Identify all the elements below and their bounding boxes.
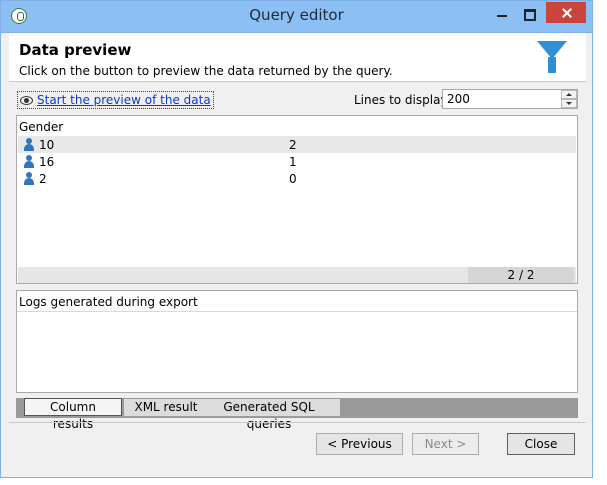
user-icon	[24, 172, 34, 185]
query-editor-window: Query editor Data preview Click on the b…	[0, 0, 593, 478]
user-icon	[24, 155, 34, 168]
header-divider	[9, 81, 586, 82]
previous-button[interactable]: < Previous	[316, 433, 403, 455]
maximize-icon[interactable]	[515, 3, 545, 27]
close-button[interactable]: Close	[507, 433, 575, 455]
lines-to-display-label: Lines to display:	[354, 93, 451, 107]
eye-icon	[20, 96, 33, 105]
logs-title: Logs generated during export	[19, 295, 198, 309]
tab-xml-result[interactable]: XML result	[124, 399, 208, 416]
column-header-gender[interactable]: Gender	[19, 120, 63, 134]
row-value: 2	[39, 172, 47, 186]
lines-stepper[interactable]	[561, 90, 577, 108]
minimize-icon[interactable]	[487, 3, 517, 27]
start-preview-label: Start the preview of the data	[37, 93, 211, 107]
page-title: Data preview	[19, 41, 132, 59]
close-window-icon[interactable]	[546, 2, 586, 23]
next-button[interactable]: Next >	[412, 433, 479, 455]
lines-to-display-input[interactable]: 200	[442, 89, 578, 109]
header-panel: Data preview Click on the button to prev…	[9, 33, 586, 81]
tab-column-results[interactable]: Column results	[24, 398, 122, 431]
logs-divider	[17, 311, 577, 312]
footer-divider	[9, 422, 586, 423]
row-value: 10	[39, 138, 55, 152]
page-subtitle: Click on the button to preview the data …	[19, 64, 393, 78]
title-bar[interactable]: Query editor	[1, 1, 592, 33]
user-icon	[24, 138, 34, 151]
result-tabs: Column results XML result Generated SQL …	[16, 398, 578, 431]
export-logs-panel[interactable]: Logs generated during export	[16, 290, 578, 393]
table-row[interactable]: 2 0	[18, 170, 576, 187]
funnel-icon	[537, 41, 567, 75]
stepper-up-icon[interactable]	[561, 90, 577, 99]
row-count: 2	[289, 138, 297, 152]
table-row[interactable]: 10 2	[18, 136, 576, 153]
start-preview-link[interactable]: Start the preview of the data	[17, 91, 214, 109]
tab-generated-sql-queries[interactable]: Generated SQL queries	[198, 399, 340, 431]
row-count: 0	[289, 172, 297, 186]
row-count: 1	[289, 155, 297, 169]
stepper-down-icon[interactable]	[561, 99, 577, 108]
table-row[interactable]: 16 1	[18, 153, 576, 170]
page-count: 2 / 2	[468, 267, 574, 283]
grid-footer: 2 / 2	[18, 267, 576, 283]
row-value: 16	[39, 155, 55, 169]
results-grid[interactable]: Gender 10 2 16 1 2 0 2 / 2	[16, 115, 578, 284]
